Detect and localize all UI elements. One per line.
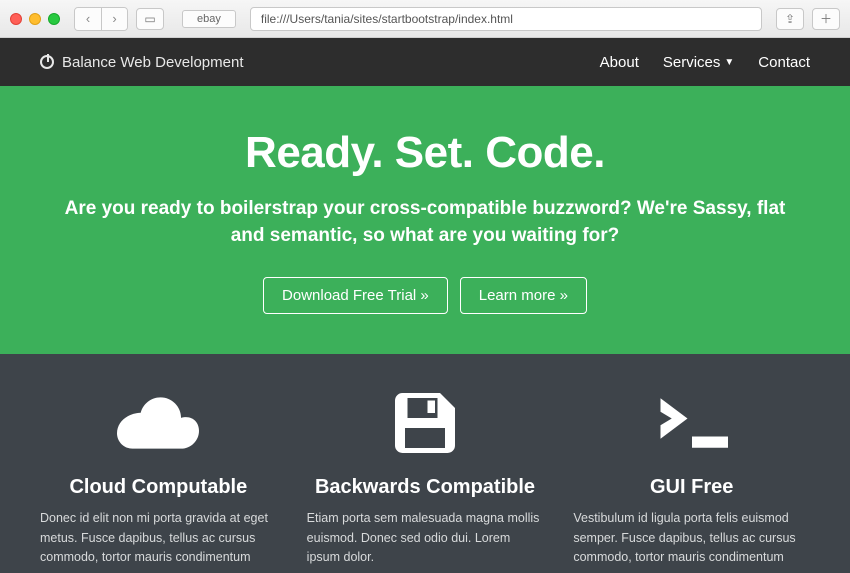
features-section: Cloud Computable Donec id elit non mi po…: [0, 354, 850, 573]
minimize-window-button[interactable]: [29, 13, 41, 25]
nav-links: About Services ▼ Contact: [600, 54, 810, 71]
feature-floppy: Backwards Compatible Etiam porta sem mal…: [307, 384, 544, 567]
hero-subtitle: Are you ready to boilerstrap your cross-…: [60, 196, 790, 249]
maximize-window-button[interactable]: [48, 13, 60, 25]
sidebar-toggle-button[interactable]: ▭: [136, 8, 164, 30]
nav-services-label: Services: [663, 54, 721, 71]
forward-button[interactable]: ›: [101, 8, 127, 30]
feature-title: Cloud Computable: [40, 476, 277, 499]
share-button[interactable]: ⇪: [776, 8, 804, 30]
hero-button-row: Download Free Trial » Learn more »: [60, 277, 790, 314]
brand[interactable]: Balance Web Development: [40, 54, 244, 71]
floppy-icon: [307, 384, 544, 462]
close-window-button[interactable]: [10, 13, 22, 25]
feature-title: GUI Free: [573, 476, 810, 499]
nav-contact[interactable]: Contact: [758, 54, 810, 71]
nav-back-forward: ‹ ›: [74, 7, 128, 31]
window-controls: [10, 13, 60, 25]
chevron-down-icon: ▼: [724, 57, 734, 68]
feature-title: Backwards Compatible: [307, 476, 544, 499]
nav-services[interactable]: Services ▼: [663, 54, 734, 71]
download-trial-button[interactable]: Download Free Trial »: [263, 277, 448, 314]
feature-body: Donec id elit non mi porta gravida at eg…: [40, 509, 277, 567]
terminal-icon: [573, 384, 810, 462]
address-bar[interactable]: file:///Users/tania/sites/startbootstrap…: [250, 7, 762, 31]
power-icon: [40, 55, 54, 69]
site-navbar: Balance Web Development About Services ▼…: [0, 38, 850, 86]
learn-more-button[interactable]: Learn more »: [460, 277, 587, 314]
nav-about[interactable]: About: [600, 54, 639, 71]
brand-text: Balance Web Development: [62, 54, 244, 71]
browser-tab[interactable]: ebay: [182, 10, 236, 28]
feature-terminal: GUI Free Vestibulum id ligula porta feli…: [573, 384, 810, 567]
page-content: Balance Web Development About Services ▼…: [0, 38, 850, 573]
hero-title: Ready. Set. Code.: [60, 128, 790, 178]
hero-section: Ready. Set. Code. Are you ready to boile…: [0, 86, 850, 354]
feature-body: Vestibulum id ligula porta felis euismod…: [573, 509, 810, 567]
feature-cloud: Cloud Computable Donec id elit non mi po…: [40, 384, 277, 567]
cloud-icon: [40, 384, 277, 462]
back-button[interactable]: ‹: [75, 8, 101, 30]
new-tab-button[interactable]: ＋: [812, 8, 840, 30]
feature-body: Etiam porta sem malesuada magna mollis e…: [307, 509, 544, 567]
browser-toolbar: ‹ › ▭ ebay file:///Users/tania/sites/sta…: [0, 0, 850, 38]
